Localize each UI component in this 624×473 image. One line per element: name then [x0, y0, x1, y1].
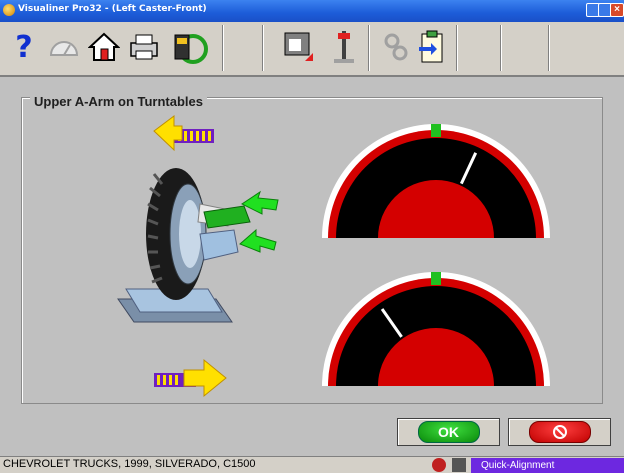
home-icon [88, 32, 120, 61]
close-button[interactable]: × [610, 3, 624, 17]
lift-button[interactable] [326, 24, 362, 70]
cancel-icon [552, 425, 567, 439]
direction-left-arrow-icon [153, 115, 214, 152]
upper-caster-gauge [322, 124, 550, 238]
panel-title: Upper A-Arm on Turntables [30, 94, 208, 109]
toolbar-separator [222, 25, 224, 71]
help-icon: ? [15, 29, 33, 65]
window-title: Visualiner Pro32 - (Left Caster-Front) [18, 4, 207, 14]
tools-icon [384, 33, 408, 61]
wheel-sensor-icon [174, 34, 208, 64]
stop-status-icon [432, 458, 446, 472]
vehicle-specs-icon [284, 32, 313, 61]
wheel-sensor-button[interactable] [170, 24, 212, 70]
speedometer-button[interactable] [46, 24, 82, 70]
lift-icon [334, 31, 354, 63]
status-bar: CHEVROLET TRUCKS, 1999, SILVERADO, C1500… [0, 456, 624, 473]
sensor-status-icon [452, 458, 466, 472]
vehicle-info: CHEVROLET TRUCKS, 1999, SILVERADO, C1500 [3, 458, 256, 470]
ok-button[interactable]: OK [397, 418, 500, 446]
cancel-button[interactable] [508, 418, 611, 446]
toolbar-separator [548, 25, 550, 71]
printer-icon [130, 34, 158, 60]
wheel-turntable-illustration [117, 168, 279, 323]
toolbar-separator [456, 25, 458, 71]
toolbar-separator [500, 25, 502, 71]
help-button[interactable]: ? [6, 24, 42, 70]
vehicle-specs-button[interactable] [276, 24, 318, 70]
toolbar-separator [262, 25, 264, 71]
lower-caster-gauge [322, 272, 550, 386]
home-button[interactable] [86, 24, 122, 70]
speedometer-icon [49, 41, 79, 56]
print-button[interactable] [126, 24, 162, 70]
clipboard-icon [419, 30, 443, 63]
clipboard-button[interactable] [414, 24, 450, 70]
mode-indicator: Quick-Alignment [471, 458, 624, 473]
gauge-target-marker [431, 124, 441, 137]
toolbar-separator [368, 25, 370, 71]
tools-button[interactable] [378, 24, 414, 70]
title-bar: Visualiner Pro32 - (Left Caster-Front) × [0, 0, 624, 22]
gauge-target-marker [431, 272, 441, 285]
app-icon [3, 4, 15, 16]
ok-label: OK [438, 424, 459, 440]
toolbar: ? [0, 22, 624, 77]
direction-right-arrow-icon [154, 358, 227, 398]
